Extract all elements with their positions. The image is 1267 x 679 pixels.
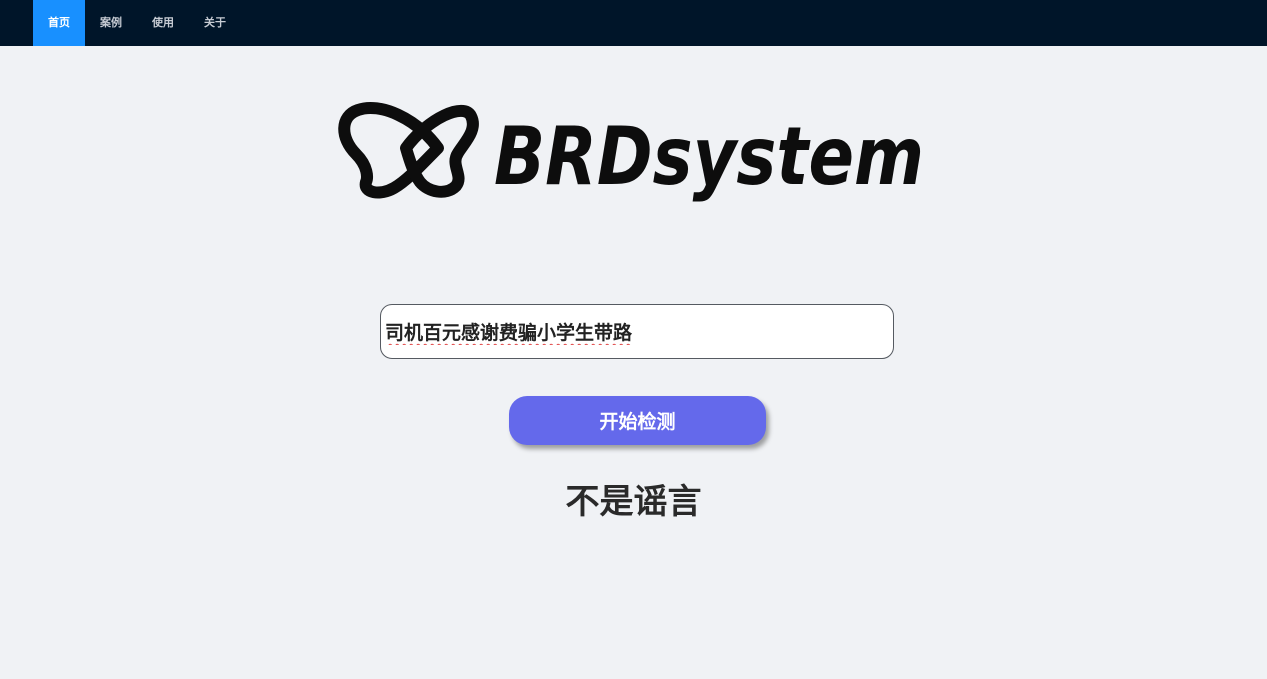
logo-text: BRDsystem <box>494 110 924 203</box>
nav-item-home[interactable]: 首页 <box>33 0 85 46</box>
start-detection-button[interactable]: 开始检测 <box>509 396 766 445</box>
brand-logo: BRDsystem <box>338 98 928 203</box>
nav-item-usage[interactable]: 使用 <box>137 0 189 46</box>
nav-item-cases[interactable]: 案例 <box>85 0 137 46</box>
butterfly-logo-icon <box>338 101 479 199</box>
nav-item-about[interactable]: 关于 <box>189 0 241 46</box>
rumor-text-input[interactable] <box>380 304 894 359</box>
top-navbar: 首页 案例 使用 关于 <box>0 0 1267 46</box>
detection-result: 不是谣言 <box>565 482 702 522</box>
